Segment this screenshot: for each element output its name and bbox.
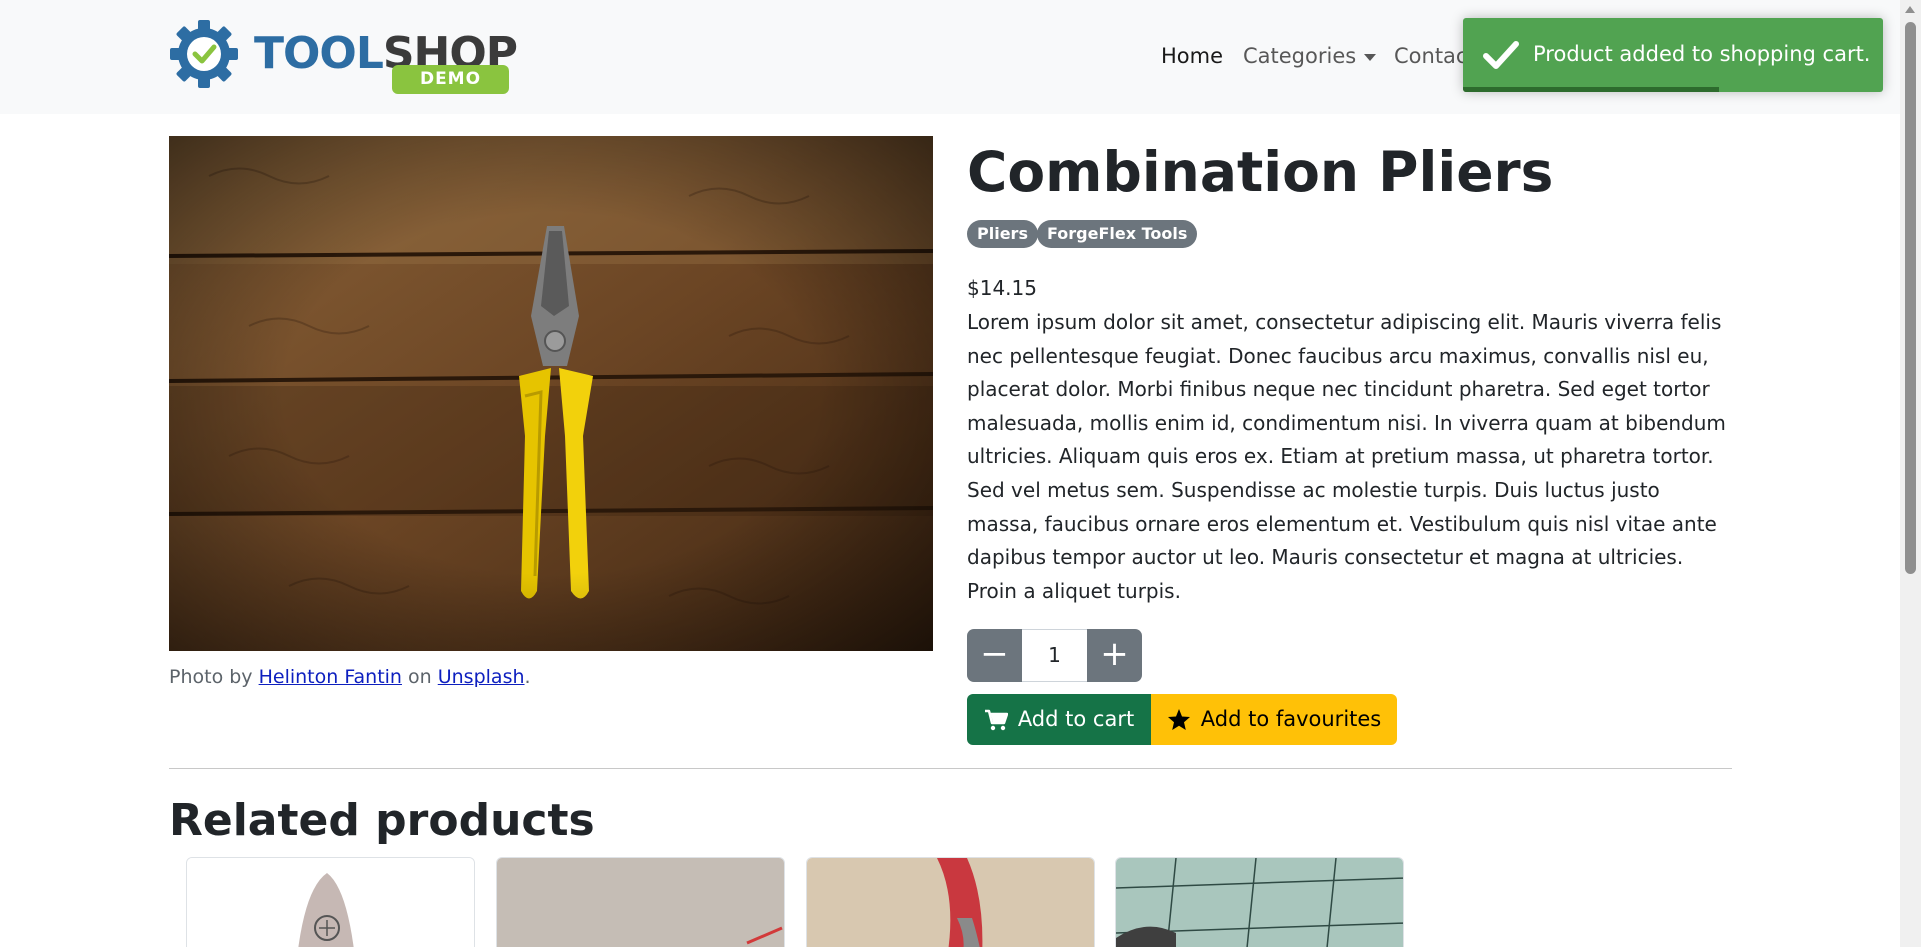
credit-middle: on <box>408 666 432 688</box>
add-to-cart-label: Add to cart <box>1017 707 1135 731</box>
scrollbar-thumb[interactable] <box>1905 22 1916 574</box>
toast-message: Product added to shopping cart. <box>1533 42 1871 66</box>
nav-categories-label: Categories <box>1243 44 1357 68</box>
add-to-favourites-label: Add to favourites <box>1200 707 1382 731</box>
cart-icon <box>984 709 1008 730</box>
related-product-image <box>497 858 784 947</box>
product-title: Combination Pliers <box>967 140 1554 204</box>
category-badge: Pliers <box>967 220 1038 248</box>
quantity-stepper: − 1 + <box>967 629 1142 682</box>
photographer-link[interactable]: Helinton Fantin <box>259 666 402 688</box>
caret-down-icon <box>1364 53 1377 61</box>
quantity-input[interactable]: 1 <box>1022 629 1087 682</box>
related-product-card[interactable] <box>806 857 1095 947</box>
gear-logo-icon <box>170 20 238 88</box>
add-to-cart-button[interactable]: Add to cart <box>967 694 1151 745</box>
brand-badge: ForgeFlex Tools <box>1037 220 1198 248</box>
scroll-up-arrow-icon[interactable] <box>1905 6 1915 13</box>
nav-contact[interactable]: Contac <box>1394 44 1467 68</box>
nav-categories[interactable]: Categories <box>1243 44 1377 68</box>
toast-progress-bar <box>1463 87 1720 92</box>
toast-notification[interactable]: Product added to shopping cart. <box>1463 18 1883 92</box>
section-divider <box>169 768 1732 769</box>
checkmark-icon <box>1483 41 1519 69</box>
product-image <box>169 136 933 651</box>
product-price: $14.15 <box>967 276 1037 300</box>
nav-home[interactable]: Home <box>1161 44 1223 68</box>
image-credit: Photo by Helinton Fantin on Unsplash. <box>169 666 531 688</box>
star-icon <box>1167 709 1190 730</box>
credit-suffix: . <box>524 666 531 688</box>
related-product-card[interactable] <box>186 857 475 947</box>
related-product-image <box>187 858 474 947</box>
add-to-favourites-button[interactable]: Add to favourites <box>1151 694 1397 745</box>
decrease-quantity-button[interactable]: − <box>967 629 1022 682</box>
related-products-heading: Related products <box>169 795 595 846</box>
pliers-photo <box>169 136 933 651</box>
related-product-card[interactable] <box>1115 857 1404 947</box>
page-scrollbar[interactable] <box>1900 0 1921 947</box>
related-product-card[interactable] <box>496 857 785 947</box>
related-product-image <box>1116 858 1403 947</box>
product-description: Lorem ipsum dolor sit amet, consectetur … <box>967 310 1726 603</box>
related-product-image <box>807 858 1094 947</box>
unsplash-link[interactable]: Unsplash <box>438 666 525 688</box>
credit-prefix: Photo by <box>169 666 253 688</box>
logo-demo-badge: DEMO <box>392 65 509 94</box>
increase-quantity-button[interactable]: + <box>1087 629 1142 682</box>
toolshop-logo[interactable]: TOOLSHOP DEMO <box>168 18 518 95</box>
